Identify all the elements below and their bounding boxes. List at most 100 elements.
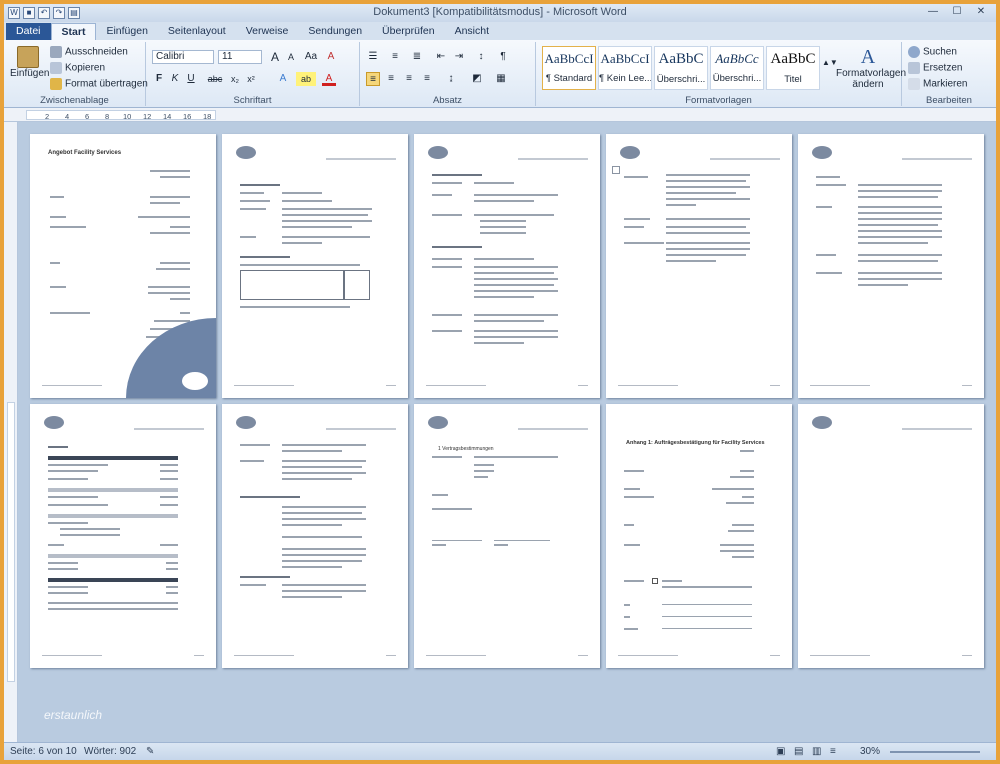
title-bar: W ■ ↶ ↷ ▤ Dokument3 [Kompatibilitätsmodu… <box>4 4 996 22</box>
print-preview-icon[interactable]: ▤ <box>68 7 80 19</box>
style-heading-1[interactable]: AaBbC Überschri... <box>654 46 708 90</box>
page-10[interactable] <box>798 404 984 668</box>
page-9[interactable]: Anhang 1: Aufträgesbestätigung für Facil… <box>606 404 792 668</box>
bold-button[interactable]: F <box>152 72 166 86</box>
close-button[interactable]: ✕ <box>970 5 992 19</box>
format-painter-button[interactable]: Format übertragen <box>50 78 148 90</box>
checkbox-icon[interactable] <box>652 578 658 584</box>
italic-button[interactable]: K <box>168 72 182 86</box>
bullets-icon[interactable]: ☰ <box>366 50 380 64</box>
tab-references[interactable]: Verweise <box>236 23 299 40</box>
view-outline-icon[interactable]: ≡ <box>830 746 836 757</box>
align-left-icon[interactable]: ≡ <box>366 72 380 86</box>
increase-indent-icon[interactable]: ⇥ <box>452 50 466 64</box>
style-title[interactable]: AaBbC Titel <box>766 46 820 90</box>
text-effects-button[interactable]: A <box>276 72 290 86</box>
company-logo <box>182 372 208 390</box>
tab-file[interactable]: Datei <box>6 23 51 40</box>
font-size-combo[interactable]: 11 <box>218 50 262 64</box>
tab-page-layout[interactable]: Seitenlayout <box>158 23 236 40</box>
maximize-button[interactable]: ☐ <box>946 5 968 19</box>
tab-mailings[interactable]: Sendungen <box>298 23 372 40</box>
tab-insert[interactable]: Einfügen <box>96 23 157 40</box>
copy-icon <box>50 62 62 74</box>
ribbon: Einfügen Ausschneiden Kopieren Format üb… <box>4 40 996 108</box>
replace-button[interactable]: Ersetzen <box>908 62 962 74</box>
underline-button[interactable]: U <box>184 72 198 86</box>
tab-start[interactable]: Start <box>50 23 97 40</box>
paragraph-group: ☰ ≡ ≣ ⇤ ⇥ ↕ ¶ ≡ ≡ ≡ ≡ ↨ ◩ ▦ Absatz <box>360 42 536 106</box>
change-styles-label: Formatvorlagen ändern <box>836 68 907 90</box>
clear-format-button[interactable]: A <box>324 50 338 64</box>
copy-label: Kopieren <box>65 62 106 74</box>
styles-scroll-icon[interactable]: ▲▼ <box>822 56 838 70</box>
page-title: Anhang 1: Aufträgesbestätigung für Facil… <box>626 440 765 446</box>
search-button[interactable]: Suchen <box>908 46 957 58</box>
minimize-button[interactable]: — <box>922 5 944 19</box>
page-7[interactable] <box>222 404 408 668</box>
highlight-button[interactable]: ab <box>296 72 316 86</box>
page-3[interactable] <box>414 134 600 398</box>
style-sample: AaBbCcI <box>600 51 650 66</box>
page-8[interactable]: 1 Vertragsbestimmungen <box>414 404 600 668</box>
company-logo <box>812 416 832 429</box>
horizontal-ruler[interactable]: 2 4 6 8 10 12 14 16 18 <box>4 108 996 122</box>
select-button[interactable]: Markieren <box>908 78 967 90</box>
sort-icon[interactable]: ↕ <box>474 50 488 64</box>
style-standard[interactable]: AaBbCcI ¶ Standard <box>542 46 596 90</box>
redo-icon[interactable]: ↷ <box>53 7 65 19</box>
font-color-button[interactable]: A <box>322 72 336 86</box>
company-logo <box>428 146 448 159</box>
align-center-icon[interactable]: ≡ <box>384 72 398 86</box>
font-name-combo[interactable]: Calibri <box>152 50 214 64</box>
view-print-layout-icon[interactable]: ▣ <box>776 746 785 757</box>
change-case-button[interactable]: Aa <box>304 50 318 64</box>
page-2[interactable] <box>222 134 408 398</box>
page-1[interactable]: Angebot Facility Services <box>30 134 216 398</box>
watermark: erstaunlich <box>44 708 103 722</box>
cut-button[interactable]: Ausschneiden <box>50 46 128 58</box>
view-fullscreen-icon[interactable]: ▤ <box>794 746 803 757</box>
ruler-tick: 10 <box>123 112 132 121</box>
font-group: Calibri 11 A A Aa A F K U abc x₂ x² A ab… <box>146 42 360 106</box>
style-heading-2[interactable]: AaBbCc Überschri... <box>710 46 764 90</box>
paste-button[interactable]: Einfügen <box>10 46 50 79</box>
word-icon[interactable]: W <box>8 7 20 19</box>
copy-button[interactable]: Kopieren <box>50 62 105 74</box>
proofing-icon[interactable]: ✎ <box>146 746 154 757</box>
view-web-icon[interactable]: ▥ <box>812 746 821 757</box>
show-formatting-button[interactable]: ¶ <box>496 50 510 64</box>
tab-view[interactable]: Ansicht <box>445 23 499 40</box>
change-styles-button[interactable]: A Formatvorlagen ändern <box>836 46 907 90</box>
page-6[interactable] <box>30 404 216 668</box>
grow-font-button[interactable]: A <box>268 50 282 64</box>
line-spacing-icon[interactable]: ↨ <box>444 72 458 86</box>
document-area[interactable]: Angebot Facility Services 1 Vertragsbest… <box>18 122 996 742</box>
multilevel-list-icon[interactable]: ≣ <box>410 50 424 64</box>
superscript-button[interactable]: x² <box>244 72 258 86</box>
undo-icon[interactable]: ↶ <box>38 7 50 19</box>
zoom-level[interactable]: 30% <box>860 746 880 757</box>
company-logo <box>812 146 832 159</box>
company-logo <box>236 146 256 159</box>
page-4[interactable] <box>606 134 792 398</box>
shrink-font-button[interactable]: A <box>284 50 298 64</box>
decrease-indent-icon[interactable]: ⇤ <box>434 50 448 64</box>
borders-icon[interactable]: ▦ <box>494 72 508 86</box>
word-count[interactable]: Wörter: 902 <box>84 746 136 757</box>
page-count[interactable]: Seite: 6 von 10 <box>10 746 77 757</box>
shading-icon[interactable]: ◩ <box>470 72 484 86</box>
numbering-icon[interactable]: ≡ <box>388 50 402 64</box>
vertical-ruler[interactable] <box>4 122 18 742</box>
align-right-icon[interactable]: ≡ <box>402 72 416 86</box>
justify-icon[interactable]: ≡ <box>420 72 434 86</box>
table-move-handle[interactable] <box>612 166 620 174</box>
page-5[interactable] <box>798 134 984 398</box>
strikethrough-button[interactable]: abc <box>204 72 226 86</box>
tab-review[interactable]: Überprüfen <box>372 23 445 40</box>
save-icon[interactable]: ■ <box>23 7 35 19</box>
paste-label: Einfügen <box>10 68 50 79</box>
style-no-spacing[interactable]: AaBbCcI ¶ Kein Lee... <box>598 46 652 90</box>
subscript-button[interactable]: x₂ <box>228 72 242 86</box>
zoom-slider[interactable] <box>890 751 980 753</box>
